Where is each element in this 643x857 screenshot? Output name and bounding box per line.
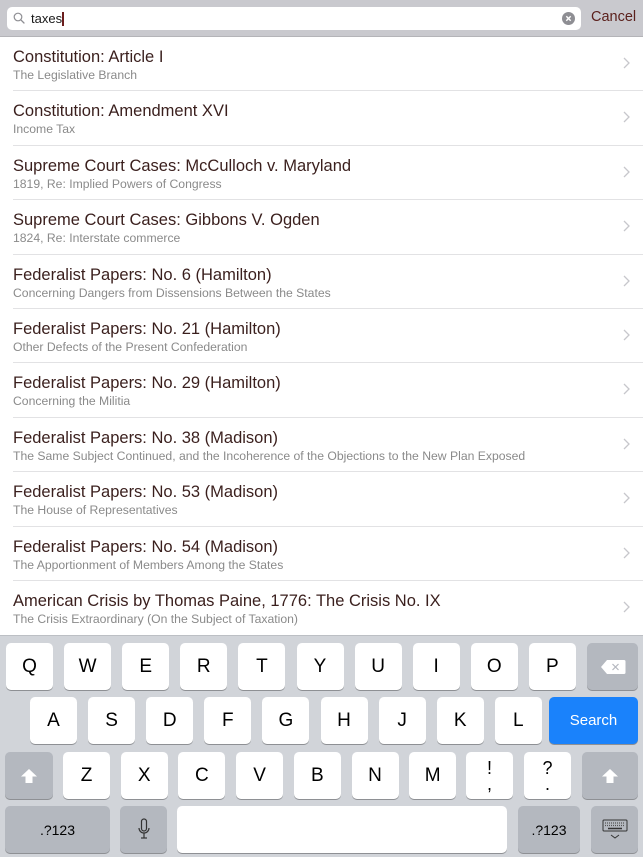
chevron-right-icon: [623, 57, 630, 69]
key-q[interactable]: Q: [6, 643, 53, 690]
chevron-right-icon: [623, 547, 630, 558]
result-subtitle: The Apportionment of Members Among the S…: [13, 557, 284, 572]
result-subtitle: 1819, Re: Implied Powers of Congress: [13, 176, 222, 191]
result-row[interactable]: American Crisis by Thomas Paine, 1776: T…: [13, 581, 643, 635]
result-title: Constitution: Amendment XVI: [13, 102, 229, 121]
key-d[interactable]: D: [146, 697, 194, 744]
shift-key-left[interactable]: [5, 752, 53, 799]
result-subtitle: The Same Subject Continued, and the Inco…: [13, 448, 526, 463]
result-title: Federalist Papers: No. 29 (Hamilton): [13, 374, 281, 393]
search-query: taxes: [31, 11, 65, 26]
key-l[interactable]: L: [494, 697, 542, 744]
key-n[interactable]: N: [351, 752, 399, 799]
search-input[interactable]: taxes: [7, 7, 581, 30]
key-label-bottom: .: [544, 773, 550, 794]
backspace-key[interactable]: [587, 643, 638, 690]
chevron-right-icon: [623, 220, 630, 232]
key-p[interactable]: P: [528, 643, 576, 690]
result-title: Federalist Papers: No. 38 (Madison): [13, 428, 279, 447]
key-k[interactable]: K: [436, 697, 484, 744]
chevron-right-icon: [623, 438, 630, 450]
chevron-right-icon: [623, 166, 630, 178]
result-title: Supreme Court Cases: McCulloch v. Maryla…: [13, 156, 352, 175]
clear-search-icon[interactable]: [562, 12, 575, 25]
result-row[interactable]: Supreme Court Cases: McCulloch v. Maryla…: [13, 146, 643, 201]
search-key[interactable]: Search: [549, 697, 638, 744]
key-c[interactable]: C: [178, 752, 226, 799]
result-title: American Crisis by Thomas Paine, 1776: T…: [13, 591, 441, 610]
result-row[interactable]: Federalist Papers: No. 54 (Madison) The A…: [13, 527, 643, 581]
key-a[interactable]: A: [30, 697, 77, 744]
key-o[interactable]: O: [470, 643, 518, 690]
result-subtitle: The Legislative Branch: [13, 68, 137, 82]
chevron-right-icon: [623, 492, 630, 504]
search-results-list: Constitution: Article I The Legislative B…: [0, 37, 643, 635]
chevron-right-icon: [623, 383, 630, 395]
result-subtitle: Concerning Dangers from Dissensions Betw…: [13, 285, 331, 300]
chevron-right-icon: [623, 275, 630, 287]
result-title: Federalist Papers: No. 6 (Hamilton): [13, 265, 272, 284]
key-g[interactable]: G: [262, 697, 310, 744]
result-row[interactable]: Federalist Papers: No. 6 (Hamilton) Conce…: [13, 255, 643, 309]
backspace-icon: [600, 659, 625, 674]
space-key[interactable]: [177, 806, 507, 853]
result-row[interactable]: Federalist Papers: No. 29 (Hamilton) Conc…: [13, 363, 643, 418]
key-question-period[interactable]: ?.: [524, 752, 571, 799]
result-title: Federalist Papers: No. 54 (Madison): [13, 537, 279, 556]
key-y[interactable]: Y: [296, 643, 344, 690]
result-subtitle: The House of Representatives: [13, 503, 178, 518]
key-exclamation-comma[interactable]: !,: [466, 752, 513, 799]
text-cursor: [62, 12, 65, 26]
result-title: Federalist Papers: No. 21 (Hamilton): [13, 319, 281, 338]
key-w[interactable]: W: [64, 643, 112, 690]
result-subtitle: Other Defects of the Present Confederati…: [13, 339, 248, 354]
key-label-bottom: ,: [486, 773, 492, 794]
result-title: Federalist Papers: No. 53 (Madison): [13, 483, 279, 502]
result-subtitle: The Crisis Extraordinary (On the Subject…: [13, 611, 298, 626]
key-z[interactable]: Z: [63, 752, 110, 799]
result-row[interactable]: Federalist Papers: No. 53 (Madison) The H…: [13, 472, 643, 527]
numbers-key-right[interactable]: .?123: [518, 806, 580, 853]
key-i[interactable]: I: [412, 643, 460, 690]
cancel-button[interactable]: Cancel: [591, 9, 636, 26]
key-t[interactable]: T: [238, 643, 286, 690]
shift-icon: [602, 768, 618, 783]
result-row[interactable]: Constitution: Article I The Legislative B…: [13, 37, 643, 92]
numbers-key-left[interactable]: .?123: [5, 806, 110, 853]
chevron-right-icon: [623, 329, 630, 341]
search-query-text: taxes: [31, 11, 63, 26]
dismiss-keyboard-key[interactable]: [591, 806, 638, 853]
key-m[interactable]: M: [409, 752, 457, 799]
result-row[interactable]: Supreme Court Cases: Gibbons V. Ogden 182…: [13, 200, 643, 255]
shift-key-right[interactable]: [582, 752, 638, 799]
result-title: Constitution: Article I: [13, 48, 164, 66]
search-icon: [13, 12, 25, 24]
key-f[interactable]: F: [204, 697, 252, 744]
key-u[interactable]: U: [354, 643, 402, 690]
on-screen-keyboard: QWERTYUIOP ASDFGHJKL Search ZXCVBNM !, ?…: [0, 635, 643, 857]
key-r[interactable]: R: [180, 643, 228, 690]
result-row[interactable]: Federalist Papers: No. 21 (Hamilton) Othe…: [13, 309, 643, 364]
key-x[interactable]: X: [120, 752, 168, 799]
result-row[interactable]: Constitution: Amendment XVI Income Tax: [13, 91, 643, 146]
key-v[interactable]: V: [236, 752, 284, 799]
key-s[interactable]: S: [88, 697, 136, 744]
result-subtitle: 1824, Re: Interstate commerce: [13, 231, 181, 246]
key-j[interactable]: J: [378, 697, 426, 744]
search-bar: taxes Cancel: [0, 0, 643, 37]
dictation-key[interactable]: [120, 806, 167, 853]
chevron-right-icon: [623, 601, 630, 613]
key-b[interactable]: B: [293, 752, 341, 799]
keyboard-dismiss-icon: [602, 819, 627, 839]
key-h[interactable]: H: [320, 697, 368, 744]
shift-icon: [21, 768, 37, 783]
result-subtitle: Income Tax: [13, 122, 76, 137]
result-subtitle: Concerning the Militia: [13, 394, 131, 409]
key-e[interactable]: E: [122, 643, 170, 690]
microphone-icon: [137, 817, 150, 839]
result-row[interactable]: Federalist Papers: No. 38 (Madison) The S…: [13, 418, 643, 473]
chevron-right-icon: [623, 111, 630, 123]
result-title: Supreme Court Cases: Gibbons V. Ogden: [13, 211, 320, 230]
